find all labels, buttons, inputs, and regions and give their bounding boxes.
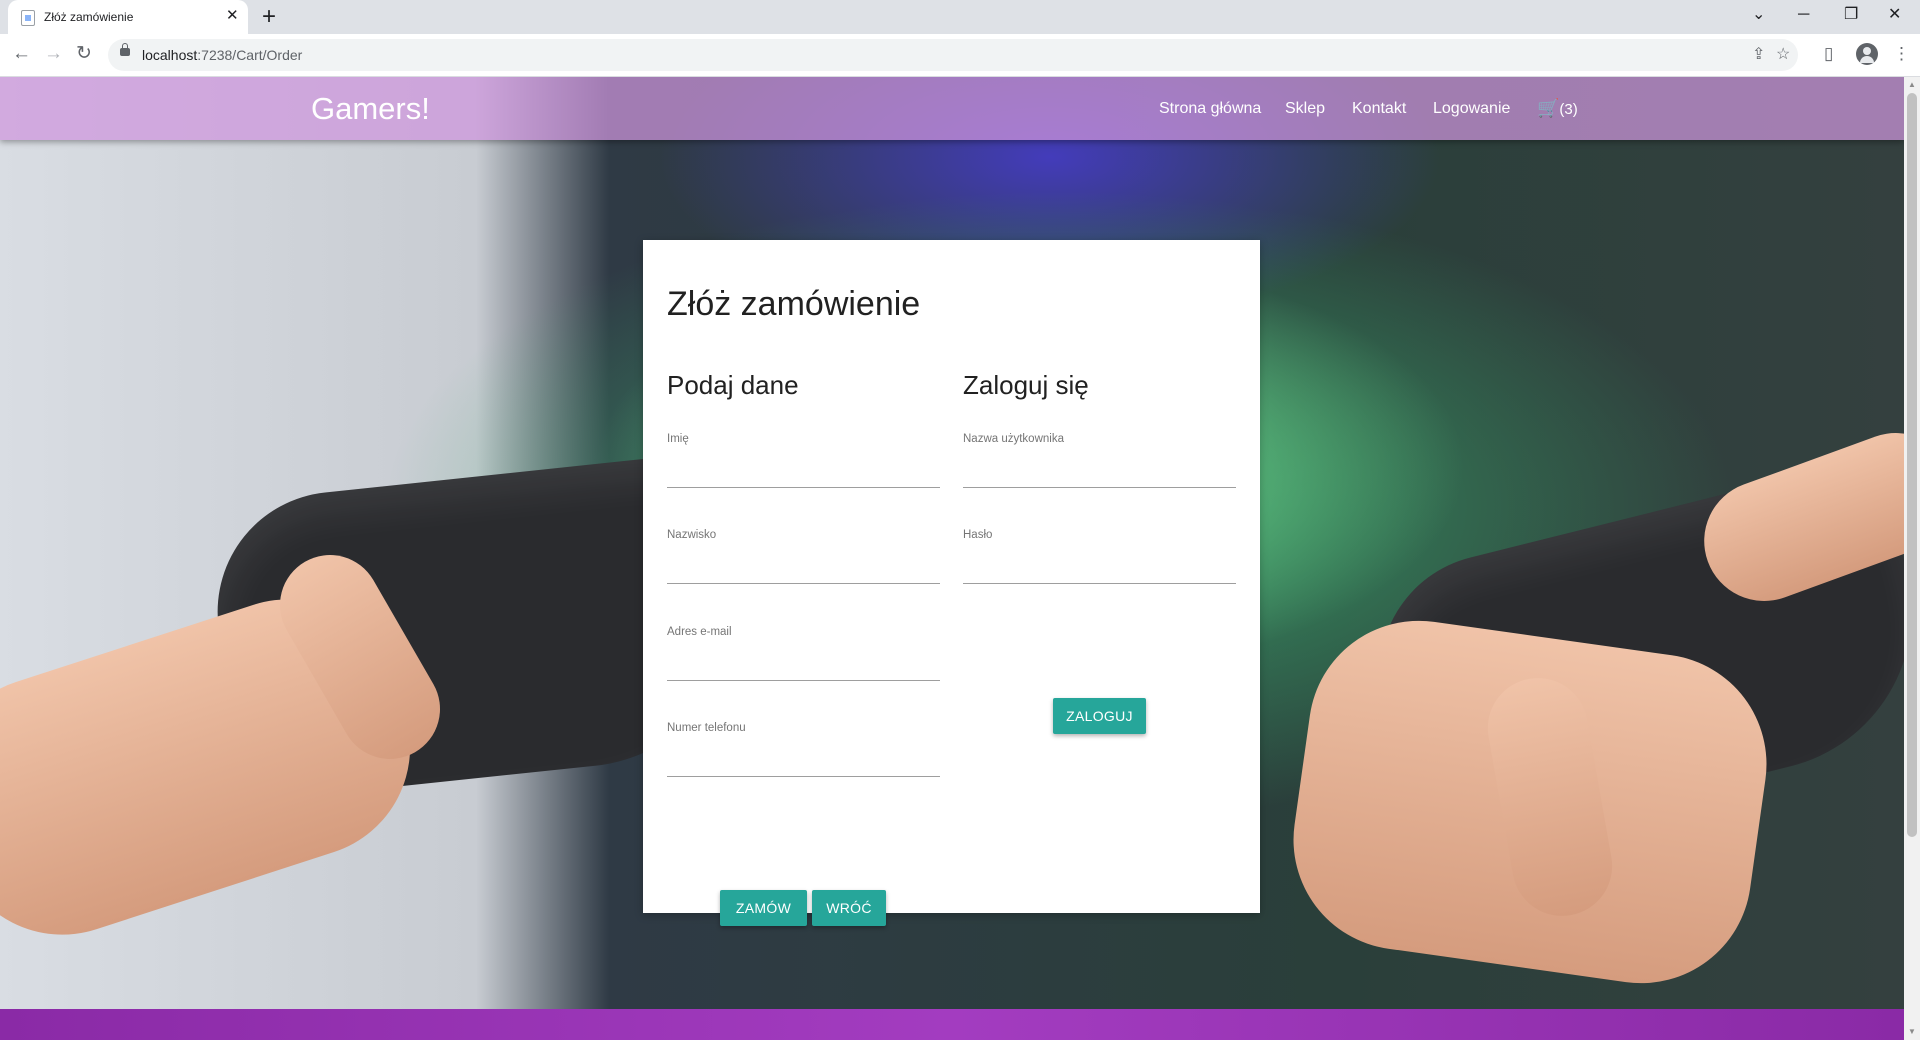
email-label: Adres e-mail — [667, 626, 732, 638]
login-section-title: Zaloguj się — [963, 370, 1089, 400]
share-icon[interactable]: ⇪ — [1752, 45, 1765, 65]
username-label: Nazwa użytkownika — [963, 433, 1064, 445]
lock-icon — [120, 43, 130, 56]
first-name-field: Imię — [667, 433, 940, 491]
phone-input[interactable] — [667, 742, 940, 777]
side-panel-icon[interactable]: ▯ — [1824, 43, 1833, 65]
window-close-button[interactable]: ✕ — [1888, 5, 1901, 25]
browser-toolbar: ← → ↻ localhost:7238/Cart/Order ⇪ ☆ ▯ ⋮ — [0, 34, 1920, 77]
reload-icon[interactable]: ↻ — [76, 42, 92, 66]
nav-login-link[interactable]: Logowanie — [1433, 100, 1510, 118]
password-label: Hasło — [963, 529, 993, 541]
page-viewport: Gamers! Strona główna Sklep Kontakt Logo… — [0, 77, 1904, 1040]
browser-tabstrip: Złóż zamówienie ✕ + ⌄ ─ ❐ ✕ — [0, 0, 1920, 34]
nav-shop-link[interactable]: Sklep — [1285, 100, 1325, 118]
username-input[interactable] — [963, 453, 1236, 488]
forward-arrow-icon[interactable]: → — [44, 42, 63, 66]
page-title: Złóż zamówienie — [667, 285, 921, 323]
order-button[interactable]: Zamów — [720, 890, 807, 926]
back-button[interactable]: Wróć — [812, 890, 886, 926]
cart-count: (3) — [1559, 101, 1578, 118]
page-favicon-icon — [21, 10, 35, 26]
cart-icon: 🛒 — [1537, 98, 1560, 118]
scroll-down-arrow-icon[interactable]: ▼ — [1908, 1027, 1916, 1036]
tab-close-icon[interactable]: ✕ — [226, 7, 239, 25]
phone-label: Numer telefonu — [667, 722, 746, 734]
order-card: Złóż zamówienie Podaj dane Imię Nazwisko… — [643, 240, 1260, 926]
last-name-label: Nazwisko — [667, 529, 717, 541]
restore-button[interactable]: ❐ — [1844, 5, 1858, 25]
profile-avatar-icon[interactable] — [1856, 43, 1878, 65]
login-button[interactable]: Zaloguj — [1053, 698, 1146, 734]
nav-contact-link[interactable]: Kontakt — [1352, 100, 1406, 118]
password-field: Hasło — [963, 529, 1236, 587]
scroll-up-arrow-icon[interactable]: ▲ — [1908, 80, 1916, 89]
brand-logo[interactable]: Gamers! — [311, 92, 430, 126]
back-arrow-icon[interactable]: ← — [12, 42, 31, 66]
tab-title: Złóż zamówienie — [44, 10, 134, 24]
address-bar[interactable]: localhost:7238/Cart/Order ⇪ ☆ — [108, 39, 1798, 71]
tab-search-icon[interactable]: ⌄ — [1752, 5, 1765, 25]
bookmark-star-icon[interactable]: ☆ — [1776, 45, 1790, 65]
url-text: localhost:7238/Cart/Order — [142, 47, 303, 63]
first-name-input[interactable] — [667, 453, 940, 488]
username-field: Nazwa użytkownika — [963, 433, 1236, 491]
email-input[interactable] — [667, 646, 940, 681]
last-name-input[interactable] — [667, 549, 940, 584]
nav-cart-link[interactable]: 🛒(3) — [1537, 99, 1578, 119]
site-footer — [0, 1009, 1904, 1040]
new-tab-button[interactable]: + — [262, 4, 276, 30]
password-input[interactable] — [963, 549, 1236, 584]
page-scrollbar[interactable]: ▲ ▼ — [1904, 77, 1920, 1040]
phone-field: Numer telefonu — [667, 722, 940, 780]
nav-home-link[interactable]: Strona główna — [1159, 100, 1261, 118]
browser-tab[interactable]: Złóż zamówienie ✕ — [8, 0, 248, 34]
scroll-thumb[interactable] — [1907, 93, 1917, 837]
email-field: Adres e-mail — [667, 626, 940, 684]
first-name-label: Imię — [667, 433, 689, 445]
order-section-title: Podaj dane — [667, 370, 799, 400]
menu-kebab-icon[interactable]: ⋮ — [1893, 43, 1910, 65]
site-navbar: Gamers! Strona główna Sklep Kontakt Logo… — [0, 77, 1904, 140]
minimize-button[interactable]: ─ — [1798, 5, 1809, 25]
last-name-field: Nazwisko — [667, 529, 940, 587]
